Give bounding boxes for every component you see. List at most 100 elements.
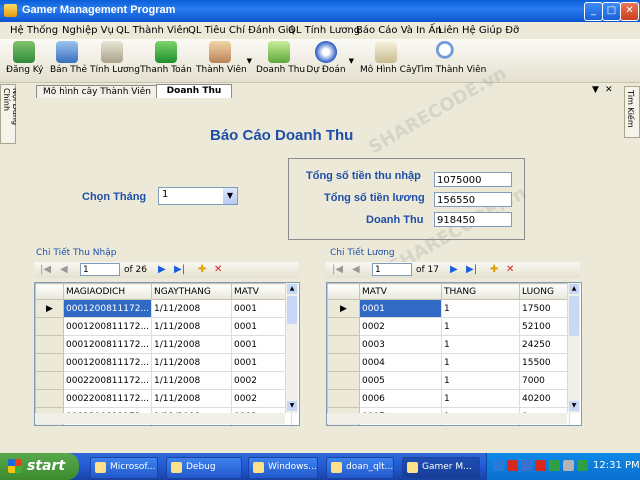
- income-position-input[interactable]: 1: [80, 263, 120, 276]
- revenue-button[interactable]: Doanh Thu: [256, 41, 305, 79]
- sell-card-icon: [56, 41, 78, 63]
- clock[interactable]: 12:31 PM: [593, 460, 640, 471]
- menu-operations[interactable]: Nghiệp Vụ: [62, 25, 114, 36]
- tray-app-icon[interactable]: [577, 460, 588, 471]
- row-header-corner: [327, 283, 360, 300]
- forecast-button[interactable]: Dự Đoán ▼: [306, 41, 354, 79]
- close-button[interactable]: ✕: [620, 2, 639, 21]
- member-dropdown-arrow[interactable]: ▼: [247, 57, 252, 65]
- salary-total-label: Tổng số tiền lương: [324, 192, 425, 204]
- table-row[interactable]: 0005 1 7000: [327, 371, 570, 390]
- table-row[interactable]: 0002 1 52100: [327, 317, 570, 336]
- table-row[interactable]: 0001200811172... 1/11/2008 0001: [35, 317, 293, 336]
- table-row[interactable]: 0002200811172...1/11/20080002: [35, 371, 293, 390]
- tab-member-tree[interactable]: Mô hình cây Thành Viên: [36, 85, 158, 98]
- table-row[interactable]: ▶ 0001200811172... 1/11/2008 0001: [35, 299, 293, 318]
- tree-model-button[interactable]: Mô Hình Cây: [360, 41, 417, 79]
- tab-list-dropdown-icon[interactable]: ▼: [592, 85, 599, 95]
- network-icon[interactable]: [493, 460, 504, 471]
- maximize-button[interactable]: □: [602, 2, 621, 21]
- add-record-icon[interactable]: ✚: [490, 264, 498, 275]
- report-title: Báo Cáo Doanh Thu: [210, 127, 354, 144]
- side-tab-search[interactable]: Tìm Kiếm: [624, 86, 640, 138]
- start-button[interactable]: start: [0, 453, 79, 480]
- next-record-icon[interactable]: ▶: [158, 264, 166, 275]
- table-row[interactable]: ▶ 0001 1 17500: [327, 299, 570, 318]
- minimize-button[interactable]: _: [584, 2, 603, 21]
- sell-card-button[interactable]: Bán Thẻ: [50, 41, 87, 79]
- tab-revenue[interactable]: Doanh Thu: [156, 84, 232, 99]
- register-icon: [13, 41, 35, 63]
- search-member-button[interactable]: Tìm Thành Viên: [416, 41, 486, 79]
- delete-record-icon[interactable]: ✕: [214, 264, 222, 275]
- taskbar-item-microsoft[interactable]: Microsof...: [90, 457, 158, 479]
- salary-count-label: of 17: [416, 265, 439, 275]
- menu-help[interactable]: Liên Hệ Giúp Đỡ: [438, 25, 519, 36]
- salary-position-input[interactable]: 1: [372, 263, 412, 276]
- salary-grid[interactable]: MATV THANG LUONG ▶ 0001 1 17500 0002 1 52100 …: [326, 282, 582, 426]
- folder-icon: [171, 462, 182, 473]
- menu-salary-management[interactable]: QL Tính Lương: [288, 25, 360, 36]
- previous-record-icon[interactable]: ◀: [60, 264, 68, 275]
- last-record-icon[interactable]: ▶|: [466, 264, 477, 275]
- antivirus-icon[interactable]: [507, 460, 518, 471]
- table-row[interactable]: 0003 1 24250: [327, 335, 570, 354]
- add-record-icon[interactable]: ✚: [198, 264, 206, 275]
- register-button[interactable]: Đăng Ký: [6, 41, 43, 79]
- menu-system[interactable]: Hệ Thống: [10, 25, 58, 36]
- salary-binding-navigator: |◀ ◀ 1 of 17 ▶ ▶| ✚ ✕: [326, 262, 580, 278]
- system-tray: 12:31 PM: [486, 453, 640, 480]
- revenue-total-field[interactable]: 918450: [434, 212, 512, 227]
- income-total-field[interactable]: 1075000: [434, 172, 512, 187]
- salary-button[interactable]: Tính Lương: [90, 41, 140, 79]
- app-icon: [95, 462, 106, 473]
- salary-total-field[interactable]: 156550: [434, 192, 512, 207]
- first-record-icon[interactable]: |◀: [332, 264, 343, 275]
- income-horizontal-scrollbar[interactable]: [35, 413, 285, 424]
- column-header[interactable]: MAGIAODICH: [62, 283, 153, 300]
- taskbar-item-windows[interactable]: Windows...: [248, 457, 318, 479]
- language-icon[interactable]: [521, 460, 532, 471]
- salary-vertical-scrollbar[interactable]: ▲ ▼: [567, 283, 580, 413]
- title-bar[interactable]: Gamer Management Program _ □ ✕: [0, 0, 640, 22]
- forecast-dropdown-arrow[interactable]: ▼: [349, 57, 354, 65]
- delete-record-icon[interactable]: ✕: [506, 264, 514, 275]
- table-row[interactable]: 0001200811172... 1/11/2008 0001: [35, 335, 293, 354]
- current-row-indicator: ▶: [35, 299, 64, 318]
- last-record-icon[interactable]: ▶|: [174, 264, 185, 275]
- update-icon[interactable]: [549, 460, 560, 471]
- taskbar-item-gamer[interactable]: Gamer M...: [402, 457, 480, 479]
- table-row[interactable]: 0002200811172...1/11/20080002: [35, 389, 293, 408]
- column-header[interactable]: THANG: [441, 283, 520, 300]
- column-header[interactable]: NGAYTHANG: [151, 283, 233, 300]
- previous-record-icon[interactable]: ◀: [352, 264, 360, 275]
- payment-icon: [155, 41, 177, 63]
- volume-icon[interactable]: [563, 460, 574, 471]
- taskbar-item-debug[interactable]: Debug: [166, 457, 242, 479]
- taskbar-item-doan[interactable]: doan_qlt...: [326, 457, 394, 479]
- table-row[interactable]: 0006 1 40200: [327, 389, 570, 408]
- menu-member-management[interactable]: QL Thành Viên: [116, 25, 189, 36]
- tab-close-icon[interactable]: ✕: [605, 85, 613, 95]
- income-vertical-scrollbar[interactable]: ▲ ▼: [285, 283, 298, 413]
- column-header[interactable]: MATV: [231, 283, 293, 300]
- salary-icon: [101, 41, 123, 63]
- menu-reports-printing[interactable]: Báo Cáo Và In Ấn: [356, 25, 442, 36]
- menu-bar: Hệ Thống Nghiệp Vụ QL Thành Viên QL Tiêu…: [0, 22, 640, 39]
- side-tab-main-content[interactable]: Nội Dung Chính: [0, 84, 20, 144]
- member-icon: [209, 41, 231, 63]
- salary-horizontal-scrollbar[interactable]: [327, 413, 567, 424]
- first-record-icon[interactable]: |◀: [40, 264, 51, 275]
- chevron-down-icon[interactable]: ▼: [223, 188, 237, 204]
- member-button[interactable]: Thành Viên ▼: [196, 41, 252, 79]
- payment-button[interactable]: Thanh Toán: [140, 41, 192, 79]
- menu-criteria-management[interactable]: QL Tiêu Chí Đánh Giá: [188, 25, 295, 36]
- table-row[interactable]: 0001200811172... 1/11/2008 0001: [35, 353, 293, 372]
- income-grid[interactable]: MAGIAODICH NGAYTHANG MATV ▶ 0001200811172…: [34, 282, 300, 426]
- column-header[interactable]: LUONG: [519, 283, 570, 300]
- security-shield-icon[interactable]: [535, 460, 546, 471]
- next-record-icon[interactable]: ▶: [450, 264, 458, 275]
- column-header[interactable]: MATV: [359, 283, 442, 300]
- month-select[interactable]: 1 ▼: [158, 187, 238, 205]
- table-row[interactable]: 0004 1 15500: [327, 353, 570, 372]
